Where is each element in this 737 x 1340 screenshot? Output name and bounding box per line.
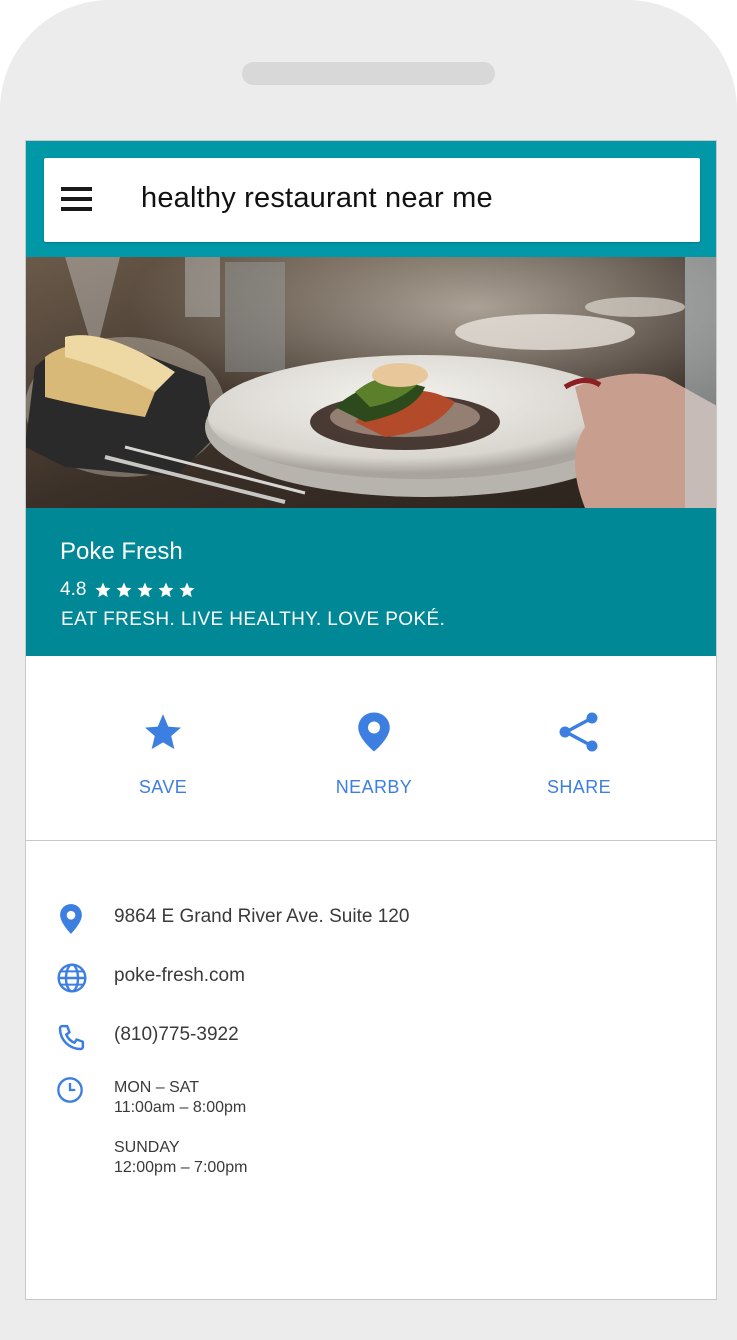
- save-label: SAVE: [138, 777, 188, 797]
- hours-time: 12:00pm – 7:00pm: [114, 1159, 248, 1176]
- place-name: Poke Fresh: [60, 538, 183, 565]
- app-screen: healthy restaurant near me Poke Fresh 4.…: [25, 140, 717, 1300]
- address-text[interactable]: 9864 E Grand River Ave. Suite 120: [114, 906, 409, 928]
- share-button[interactable]: SHARE: [499, 711, 659, 811]
- hours-days: MON – SAT: [114, 1079, 200, 1096]
- share-label: SHARE: [546, 777, 611, 797]
- hours-sunday: SUNDAY 12:00pm – 7:00pm: [114, 1138, 247, 1178]
- website-link[interactable]: poke-fresh.com: [114, 965, 245, 987]
- star-icon: [137, 582, 153, 598]
- rating-row: 4.8: [60, 579, 196, 601]
- nearby-button[interactable]: NEARBY: [294, 711, 454, 811]
- rating-value: 4.8: [60, 579, 87, 600]
- star-icon: [144, 714, 182, 750]
- action-bar: SAVE NEARBY SHARE: [26, 656, 716, 841]
- rating-stars: [94, 581, 196, 599]
- star-icon: [116, 582, 132, 598]
- clock-icon: [57, 1077, 83, 1103]
- star-icon: [179, 582, 195, 598]
- star-icon: [158, 582, 174, 598]
- location-pin-icon: [358, 712, 390, 752]
- globe-icon: [57, 963, 87, 993]
- nearby-label: NEARBY: [335, 777, 413, 797]
- restaurant-photo: [26, 257, 716, 508]
- hours-days: SUNDAY: [114, 1139, 180, 1156]
- phone-speaker: [242, 62, 495, 85]
- save-button[interactable]: SAVE: [83, 711, 243, 811]
- share-icon: [559, 712, 598, 752]
- search-box[interactable]: healthy restaurant near me: [44, 158, 700, 242]
- place-tagline: EAT FRESH. LIVE HEALTHY. LOVE POKÉ.: [61, 609, 446, 630]
- place-info-card: Poke Fresh 4.8 EAT FRESH. LIVE HEALTHY. …: [26, 508, 716, 656]
- hamburger-menu-icon[interactable]: [61, 187, 92, 211]
- phone-icon: [58, 1024, 85, 1051]
- hours-weekday: MON – SAT 11:00am – 8:00pm: [114, 1078, 246, 1118]
- phone-number[interactable]: (810)775-3922: [114, 1024, 239, 1046]
- star-icon: [95, 582, 111, 598]
- search-header: healthy restaurant near me: [26, 141, 716, 257]
- hours-time: 11:00am – 8:00pm: [114, 1099, 247, 1116]
- search-query[interactable]: healthy restaurant near me: [141, 182, 493, 215]
- location-pin-icon: [60, 904, 82, 934]
